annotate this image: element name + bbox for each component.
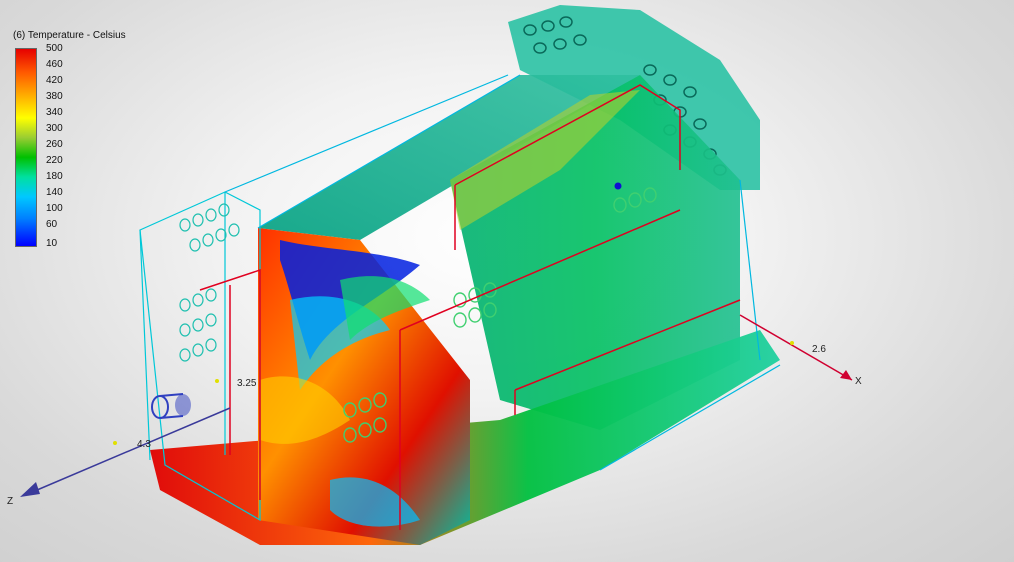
x-marker — [790, 341, 794, 345]
legend-tick: 340 — [46, 107, 63, 118]
legend-tick: 380 — [46, 91, 63, 102]
legend-tick: 100 — [46, 203, 63, 214]
legend-tick: 260 — [46, 139, 63, 150]
legend-tick: 420 — [46, 75, 63, 86]
legend-tick: 180 — [46, 171, 63, 182]
legend-tick: 60 — [46, 219, 58, 230]
z-axis-label: Z — [7, 496, 13, 507]
dimension-label-z: 4.3 — [137, 439, 151, 450]
dimension-label-x: 2.6 — [812, 344, 826, 355]
dimension-label-mid: 3.25 — [237, 378, 257, 389]
front-section-plane — [258, 228, 470, 545]
mid-marker — [215, 379, 219, 383]
temperature-legend: (6) Temperature - Celsius 500 460 420 38… — [13, 30, 183, 260]
legend-tick: 10 — [46, 238, 58, 249]
legend-title: (6) Temperature - Celsius — [13, 30, 126, 41]
axis-origin-marker — [113, 441, 117, 445]
legend-tick: 460 — [46, 59, 63, 70]
legend-tick: 140 — [46, 187, 63, 198]
legend-tick: 500 — [46, 43, 63, 54]
legend-colorbar — [15, 48, 37, 247]
x-axis-label: X — [855, 376, 862, 387]
probe-point — [614, 182, 622, 190]
legend-tick: 220 — [46, 155, 63, 166]
legend-tick: 300 — [46, 123, 63, 134]
